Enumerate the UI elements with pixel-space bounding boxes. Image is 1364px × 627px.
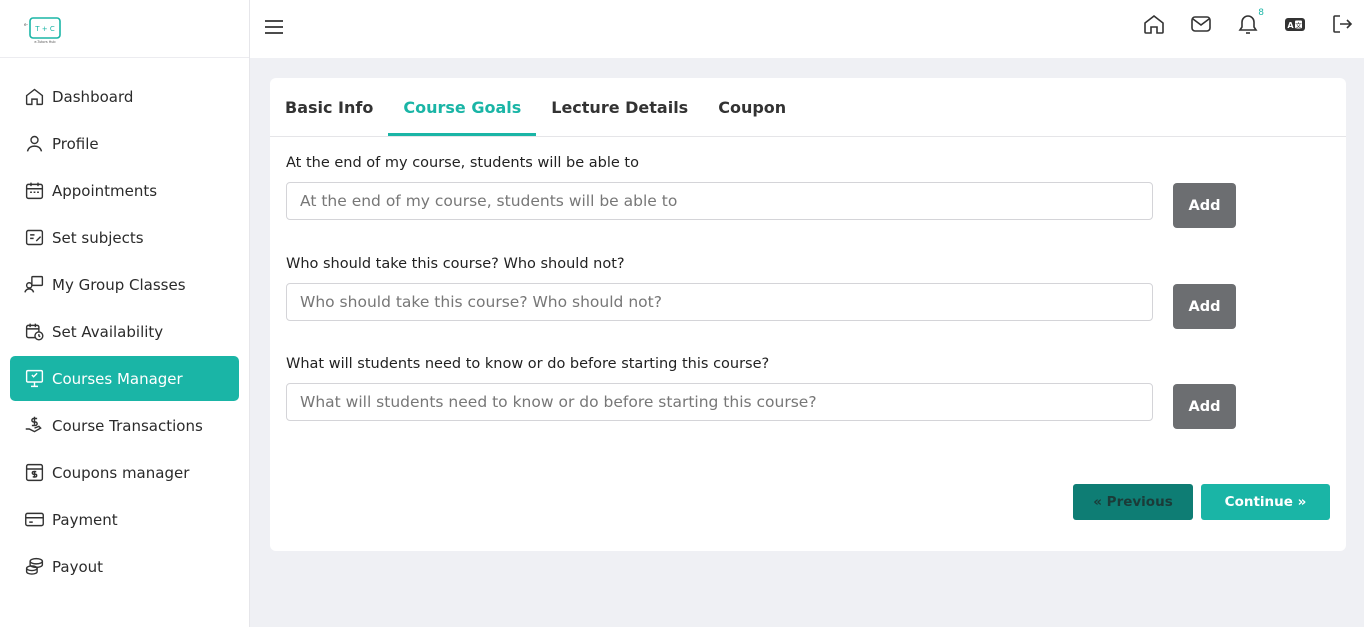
subjects-icon <box>25 229 44 246</box>
goal-label: Who should take this course? Who should … <box>286 256 625 272</box>
sidebar-item-label: Set Availability <box>52 322 164 341</box>
sidebar-item-label: Appointments <box>52 181 158 200</box>
audience-input[interactable] <box>286 283 1153 321</box>
calendar-icon <box>25 182 44 200</box>
transactions-icon <box>25 416 42 433</box>
course-tabs: Basic Info Course Goals Lecture Details … <box>270 78 1346 137</box>
svg-text:文: 文 <box>1295 21 1302 30</box>
sidebar: T + C e- e-Tutors Hub Dashboard Profile … <box>0 0 250 627</box>
goal-label: At the end of my course, students will b… <box>286 155 639 171</box>
top-header: 8 A文 <box>250 0 1364 58</box>
coupon-icon <box>25 463 44 482</box>
sidebar-item-my-group-classes[interactable]: My Group Classes <box>10 262 239 307</box>
outcomes-input[interactable] <box>286 182 1153 220</box>
group-classes-icon <box>24 275 44 293</box>
tab-course-goals[interactable]: Course Goals <box>388 78 537 136</box>
sidebar-item-label: Dashboard <box>52 87 134 106</box>
logo-tagline: e-Tutors Hub <box>34 40 55 44</box>
sidebar-item-set-availability[interactable]: Set Availability <box>10 309 239 354</box>
add-audience-button[interactable]: Add <box>1173 284 1236 329</box>
goal-label: What will students need to know or do be… <box>286 356 770 372</box>
previous-button[interactable]: « Previous <box>1073 484 1193 520</box>
sidebar-item-payment[interactable]: Payment <box>10 497 239 542</box>
add-prerequisite-button[interactable]: Add <box>1173 384 1236 429</box>
add-outcome-button[interactable]: Add <box>1173 183 1236 228</box>
sidebar-item-label: My Group Classes <box>52 275 186 294</box>
continue-button[interactable]: Continue » <box>1201 484 1330 520</box>
sidebar-item-label: Coupons manager <box>52 463 190 482</box>
logo-area: T + C e- e-Tutors Hub <box>0 0 249 58</box>
mail-icon[interactable] <box>1189 12 1213 36</box>
sidebar-item-dashboard[interactable]: Dashboard <box>10 74 239 119</box>
coins-icon <box>25 557 44 575</box>
prerequisites-input[interactable] <box>286 383 1153 421</box>
goal-group-outcomes: At the end of my course, students will b… <box>286 155 1236 228</box>
user-icon <box>26 135 43 152</box>
notifications-button[interactable]: 8 <box>1236 8 1264 36</box>
bell-icon <box>1238 15 1258 34</box>
monitor-icon <box>25 369 44 388</box>
sidebar-item-course-transactions[interactable]: Course Transactions <box>10 403 239 448</box>
logout-icon[interactable] <box>1330 12 1354 36</box>
tab-coupon[interactable]: Coupon <box>718 78 801 136</box>
notification-count-badge: 8 <box>1258 8 1264 18</box>
header-actions: 8 A文 <box>1119 8 1354 36</box>
svg-text:A: A <box>1287 21 1294 30</box>
svg-text:e-: e- <box>24 22 28 27</box>
sidebar-item-label: Payout <box>52 557 104 576</box>
sidebar-item-payout[interactable]: Payout <box>10 544 239 589</box>
sidebar-item-label: Set subjects <box>52 228 144 247</box>
sidebar-item-coupons-manager[interactable]: Coupons manager <box>10 450 239 495</box>
home-icon[interactable] <box>1142 12 1166 36</box>
language-icon[interactable]: A文 <box>1283 12 1307 36</box>
sidebar-item-label: Profile <box>52 134 99 153</box>
sidebar-item-set-subjects[interactable]: Set subjects <box>10 215 239 260</box>
logo-text: T + C <box>34 25 55 33</box>
sidebar-item-label: Payment <box>52 510 118 529</box>
sidebar-item-label: Course Transactions <box>52 416 203 435</box>
card-icon <box>25 512 44 527</box>
home-icon <box>25 88 44 106</box>
availability-icon <box>25 323 44 341</box>
tab-basic-info[interactable]: Basic Info <box>285 78 388 136</box>
tab-lecture-details[interactable]: Lecture Details <box>551 78 703 136</box>
course-form-card: Basic Info Course Goals Lecture Details … <box>270 78 1346 551</box>
sidebar-nav: Dashboard Profile Appointments Set subje… <box>0 58 249 589</box>
sidebar-item-profile[interactable]: Profile <box>10 121 239 166</box>
sidebar-item-appointments[interactable]: Appointments <box>10 168 239 213</box>
menu-icon[interactable] <box>263 16 285 38</box>
brand-logo[interactable]: T + C e- e-Tutors Hub <box>22 14 62 44</box>
goal-group-audience: Who should take this course? Who should … <box>286 256 1236 329</box>
sidebar-item-courses-manager[interactable]: Courses Manager <box>10 356 239 401</box>
goal-group-prerequisites: What will students need to know or do be… <box>286 356 1236 429</box>
sidebar-item-label: Courses Manager <box>52 369 183 388</box>
